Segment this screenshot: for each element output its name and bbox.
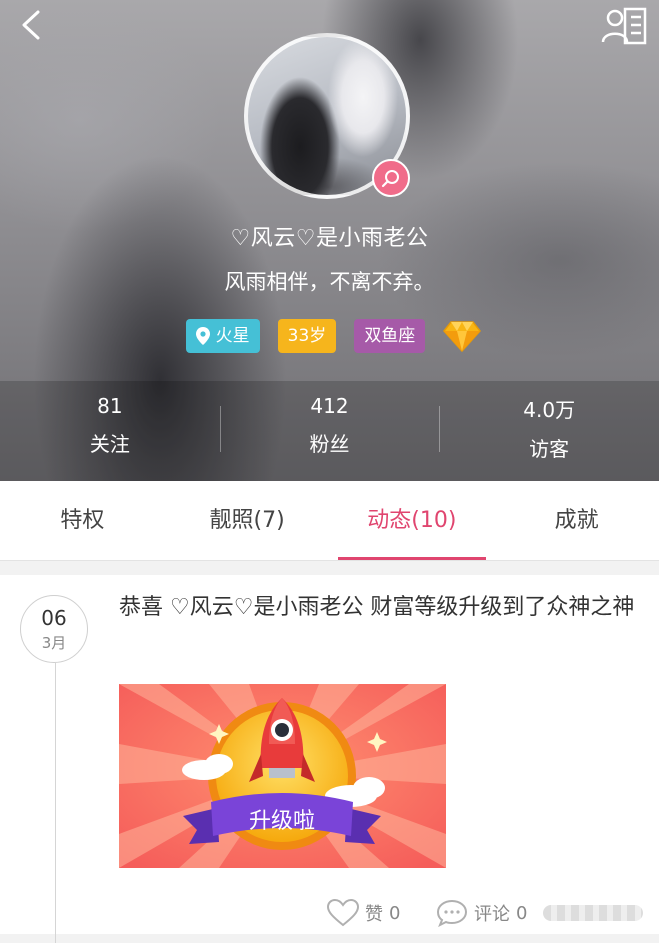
stat-visitors[interactable]: 4.0万 访客 bbox=[439, 388, 659, 468]
diamond-icon[interactable] bbox=[443, 319, 482, 353]
avatar-container bbox=[244, 33, 410, 199]
back-arrow-icon bbox=[22, 10, 40, 40]
age-tag: 33岁 bbox=[277, 319, 337, 353]
stat-value: 81 bbox=[97, 394, 123, 418]
comment-count: 0 bbox=[516, 902, 528, 924]
like-label: 赞 bbox=[365, 904, 383, 925]
like-count: 0 bbox=[389, 902, 401, 924]
comment-icon bbox=[436, 899, 468, 927]
stat-following[interactable]: 81 关注 bbox=[0, 388, 220, 468]
location-tag: 火星 bbox=[185, 319, 260, 353]
profile-card-button[interactable] bbox=[601, 6, 649, 46]
age-label: 33岁 bbox=[287, 326, 327, 346]
back-button[interactable] bbox=[16, 8, 50, 42]
heart-icon bbox=[327, 899, 359, 927]
tab-achievements[interactable]: 成就 bbox=[494, 481, 659, 560]
stats-bar: 81 关注 412 粉丝 4.0万 访客 bbox=[0, 388, 659, 468]
post-date-month: 3月 bbox=[41, 634, 67, 652]
location-label: 火星 bbox=[215, 326, 250, 346]
stat-label: 访客 bbox=[529, 437, 570, 461]
tab-moments[interactable]: 动态(10) bbox=[330, 481, 495, 560]
tab-bar: 特权 靓照(7) 动态(10) 成就 bbox=[0, 481, 659, 561]
location-pin-icon bbox=[195, 327, 210, 345]
comment-button[interactable]: 评论 0 bbox=[436, 893, 527, 933]
stat-label: 关注 bbox=[89, 432, 130, 456]
post-text: 恭喜 ♡风云♡是小雨老公 财富等级升级到了众神之神 bbox=[119, 595, 635, 620]
profile-tags: 火星 33岁 双鱼座 bbox=[0, 319, 659, 353]
signature: 风雨相伴，不离不弃。 bbox=[224, 270, 435, 294]
tab-privileges[interactable]: 特权 bbox=[0, 481, 165, 560]
post-image[interactable]: 升级啦 bbox=[119, 684, 446, 868]
stat-value: 412 bbox=[310, 394, 349, 418]
search-icon bbox=[381, 170, 399, 188]
profile-card-icon bbox=[601, 7, 647, 45]
level-up-image: 升级啦 bbox=[119, 684, 446, 868]
post-date: 06 3月 bbox=[20, 595, 88, 663]
comment-label: 评论 bbox=[474, 904, 510, 925]
stat-value: 4.0万 bbox=[523, 398, 576, 422]
feed-list: 06 3月 恭喜 ♡风云♡是小雨老公 财富等级升级到了众神之神 升级啦 赞 0 … bbox=[0, 575, 659, 943]
post-actions: 赞 0 评论 0 bbox=[0, 893, 659, 933]
like-button[interactable]: 赞 0 bbox=[327, 893, 400, 933]
post-date-day: 06 bbox=[41, 606, 67, 630]
zodiac-label: 双鱼座 bbox=[364, 326, 416, 346]
nickname: ♡风云♡是小雨老公 bbox=[230, 226, 429, 251]
post-image-caption: 升级啦 bbox=[249, 809, 315, 834]
tab-photos[interactable]: 靓照(7) bbox=[165, 481, 330, 560]
zodiac-tag: 双鱼座 bbox=[354, 319, 426, 353]
stat-fans[interactable]: 412 粉丝 bbox=[219, 388, 440, 468]
redacted-area bbox=[543, 905, 643, 921]
avatar-search-button[interactable] bbox=[372, 159, 410, 197]
stat-label: 粉丝 bbox=[309, 432, 350, 456]
